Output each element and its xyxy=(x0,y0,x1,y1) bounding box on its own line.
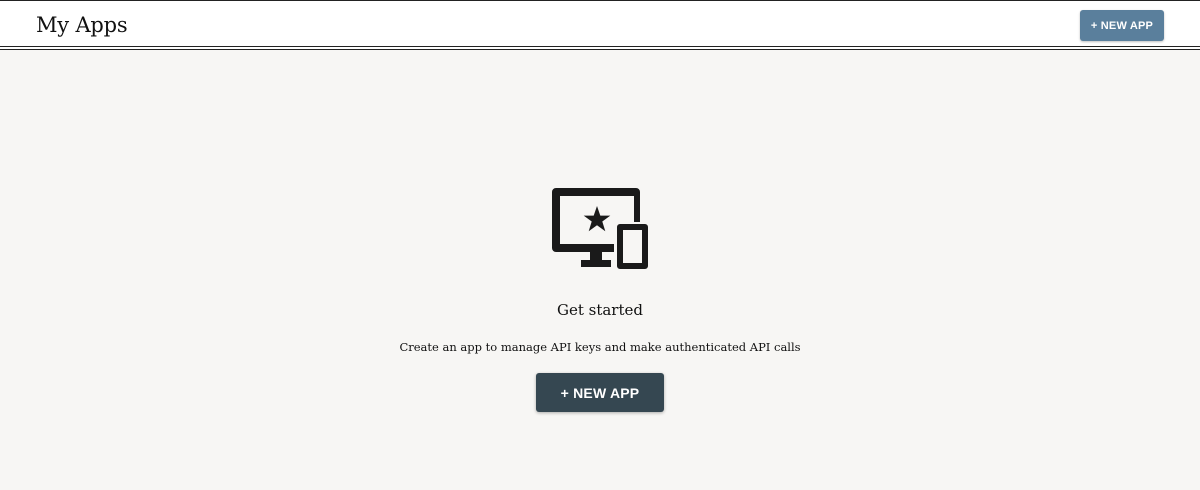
empty-state-description: Create an app to manage API keys and mak… xyxy=(399,340,801,354)
devices-star-icon xyxy=(552,188,648,269)
empty-state-title: Get started xyxy=(556,301,643,319)
header-bar: My Apps + NEW APP xyxy=(0,0,1200,50)
header-new-app-button[interactable]: + NEW APP xyxy=(1080,10,1164,41)
main-content xyxy=(0,50,1200,490)
new-app-button[interactable]: + NEW APP xyxy=(536,373,664,412)
page-title: My Apps xyxy=(36,13,128,37)
